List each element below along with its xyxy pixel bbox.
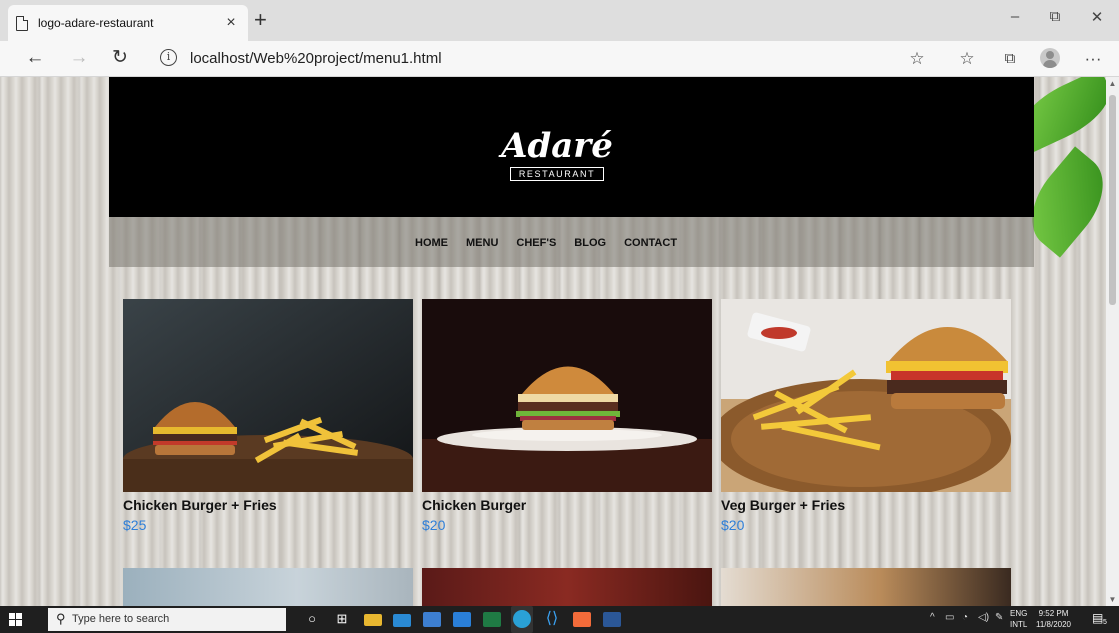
language-indicator[interactable]: ENG INTL [1010,608,1027,630]
cortana-icon[interactable]: ○ [303,610,321,628]
menu-card[interactable]: Chicken Burger $20 [422,299,712,533]
browser-titlebar: logo-adare-restaurant × + – ⧉ ✕ [0,0,1119,41]
page-viewport: Adaré RESTAURANT HOME MENU CHEF'S BLOG C… [0,77,1106,606]
page-scrollbar[interactable]: ▲ ▼ [1106,77,1119,606]
food-image [123,568,413,606]
language-code: ENG [1010,609,1028,618]
address-bar[interactable]: localhost/Web%20project/menu1.html [190,50,442,67]
file-explorer-icon[interactable] [364,614,382,626]
volume-icon[interactable]: ◁) [978,612,989,623]
menu-card[interactable]: Chicken Burger + Fries $25 [123,299,413,533]
xampp-icon[interactable] [573,612,591,627]
wifi-icon[interactable]: ◔ [962,612,968,623]
food-image [422,299,712,492]
menu-item-name: Chicken Burger + Fries [123,497,277,513]
nav-home[interactable]: HOME [415,237,448,249]
mail-icon[interactable] [393,614,411,627]
food-image [123,299,413,492]
clock-date: 11/8/2020 [1036,620,1071,629]
store-icon[interactable] [423,612,441,627]
page-icon [16,15,28,31]
logo-subtitle: RESTAURANT [509,167,605,181]
site-logo[interactable]: Adaré RESTAURANT [492,128,622,182]
restore-button[interactable]: ⧉ [1035,8,1075,25]
favorite-star-icon[interactable]: ☆ [905,48,929,70]
favorites-icon[interactable]: ☆ [955,48,979,70]
scroll-up-icon[interactable]: ▲ [1106,79,1119,88]
search-placeholder: Type here to search [72,613,170,625]
minimize-button[interactable]: – [995,8,1035,25]
browser-toolbar: ← → ↻ i localhost/Web%20project/menu1.ht… [0,41,1119,77]
menu-item-name: Veg Burger + Fries [721,497,846,513]
tab-title: logo-adare-restaurant [38,16,154,30]
scrollbar-thumb[interactable] [1109,95,1116,305]
menu-item-price: $20 [721,517,745,533]
more-icon[interactable]: ··· [1081,48,1105,70]
nav-chefs[interactable]: CHEF'S [516,237,556,249]
task-view-icon[interactable]: ⊞ [333,610,351,628]
taskbar-clock[interactable]: 9:52 PM 11/8/2020 [1036,608,1071,630]
profile-icon[interactable] [1040,48,1060,68]
search-icon: ⚲ [56,611,66,626]
battery-icon[interactable]: ▭ [945,612,954,623]
collections-icon[interactable]: ⧉ [998,48,1022,70]
taskbar-search-input[interactable]: ⚲ Type here to search [48,608,286,631]
windows-start-icon[interactable] [9,613,22,626]
notification-count: 5 [1103,619,1107,626]
forward-icon[interactable]: → [67,47,91,69]
close-window-button[interactable]: ✕ [1077,8,1117,26]
browser-tab[interactable]: logo-adare-restaurant × [8,5,248,41]
site-nav: HOME MENU CHEF'S BLOG CONTACT [109,217,1034,267]
pen-icon[interactable]: ✎ [995,612,1003,623]
nav-contact[interactable]: CONTACT [624,237,677,249]
windows-taskbar: ⚲ Type here to search ○ ⊞ ⟨⟩ ^ ▭ ◔ ◁) ✎ … [0,606,1119,633]
tab-close-button[interactable]: × [222,14,240,32]
logo-title: Adaré [501,126,613,166]
excel-icon[interactable] [483,612,501,627]
word-icon[interactable] [603,612,621,627]
refresh-icon[interactable]: ↻ [108,47,132,69]
new-tab-button[interactable]: + [254,8,267,32]
menu-item-name: Chicken Burger [422,497,527,513]
food-image [422,568,712,606]
site-header: Adaré RESTAURANT [109,77,1034,217]
calendar-icon[interactable] [453,612,471,627]
food-image [721,568,1011,606]
edge-icon[interactable] [513,610,531,628]
nav-menu[interactable]: MENU [466,237,498,249]
clock-time: 9:52 PM [1038,609,1069,618]
food-image [721,299,1011,492]
menu-item-price: $25 [123,517,147,533]
info-icon[interactable]: i [160,49,177,66]
menu-item-price: $20 [422,517,446,533]
menu-card[interactable]: Veg Burger + Fries $20 [721,299,1011,533]
back-icon[interactable]: ← [23,47,47,69]
nav-blog[interactable]: BLOG [574,237,606,249]
show-hidden-icons-icon[interactable]: ^ [930,612,935,623]
notification-center-icon[interactable]: ▤ [1092,611,1103,625]
keyboard-layout: INTL [1010,620,1028,629]
scroll-down-icon[interactable]: ▼ [1106,595,1119,604]
vscode-icon[interactable]: ⟨⟩ [543,610,561,628]
